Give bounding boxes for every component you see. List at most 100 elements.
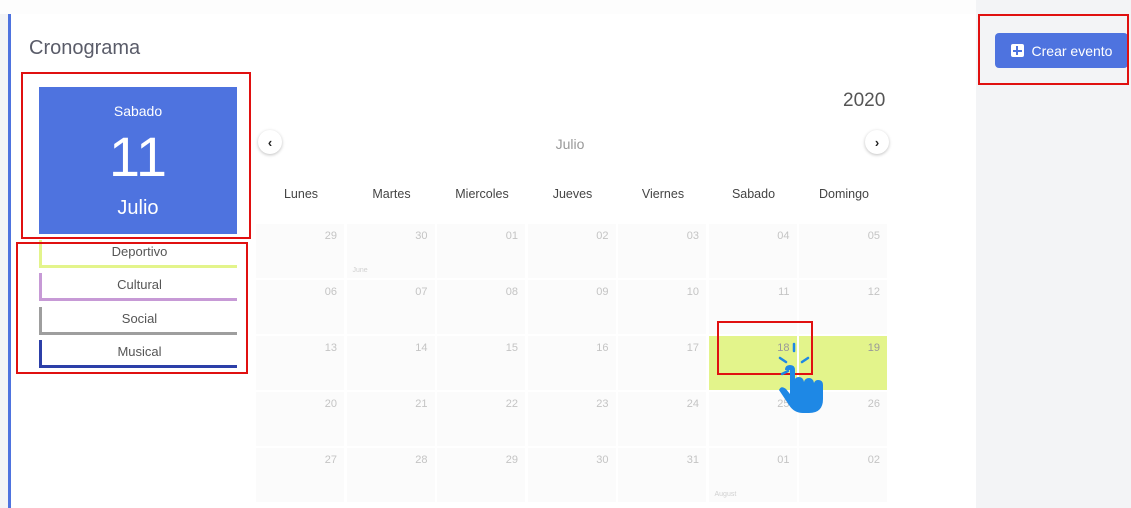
next-month-button[interactable]: › (865, 130, 889, 154)
chevron-left-icon: ‹ (267, 134, 273, 150)
category-deportivo[interactable]: Deportivo (39, 240, 237, 268)
calendar-day-cell[interactable]: 19 (799, 336, 888, 391)
calendar-day-cell[interactable]: 30 June (346, 224, 436, 279)
calendar-day-cell[interactable]: 20 (256, 392, 345, 447)
calendar-day-number: 04 (777, 230, 790, 242)
calendar-day-cell[interactable]: 10 (618, 280, 707, 335)
calendar-day-cell[interactable]: 26 (799, 392, 888, 447)
weekday-header: Lunes Martes Miercoles Jueves Viernes Sabado D… (256, 187, 890, 207)
month-marker: June (352, 267, 368, 274)
plus-square-icon (1010, 44, 1024, 57)
selected-month: Julio (117, 197, 159, 219)
calendar-day-cell[interactable]: 06 (256, 280, 345, 335)
weekday-label: Viernes (641, 187, 685, 201)
top-bar (0, 0, 976, 14)
category-cultural[interactable]: Cultural (39, 273, 237, 301)
calendar-day-number: 30 (596, 454, 609, 466)
calendar-day-number: 03 (686, 230, 699, 242)
calendar-day-number: 11 (778, 286, 790, 298)
weekday-label: Sabado (731, 187, 776, 201)
calendar-day-number: 29 (505, 454, 518, 466)
calendar-day-cell[interactable]: 23 (527, 392, 617, 447)
calendar-day-number: 01 (505, 230, 518, 242)
calendar-day-number: 01 (777, 454, 790, 466)
calendar-day-number: 02 (596, 230, 609, 242)
calendar-day-cell[interactable]: 25 (708, 392, 798, 447)
calendar-day-cell[interactable]: 17 (618, 336, 707, 391)
calendar-day-cell[interactable]: 02 (527, 224, 617, 279)
calendar-day-number: 14 (415, 342, 428, 354)
category-social[interactable]: Social (39, 307, 237, 335)
weekday-label: Lunes (283, 187, 319, 201)
weekday-label: Martes (372, 187, 411, 201)
calendar-day-number: 19 (867, 342, 880, 354)
calendar-month: Julio (555, 136, 585, 152)
calendar-day-number: 21 (415, 398, 428, 410)
calendar-day-cell[interactable]: 30 (527, 448, 617, 503)
calendar-day-number: 15 (505, 342, 518, 354)
calendar-day-number: 17 (686, 342, 699, 354)
calendar-day-cell[interactable]: 03 (618, 224, 707, 279)
create-event-label: Crear evento (1031, 42, 1113, 59)
calendar-day-cell[interactable]: 27 (256, 448, 345, 503)
selected-date-card: Sabado 11 Julio (39, 87, 237, 234)
calendar-day-number: 26 (867, 398, 880, 410)
calendar-day-number: 10 (686, 286, 699, 298)
calendar-day-number: 22 (505, 398, 518, 410)
calendar-day-number: 18 (777, 342, 790, 354)
calendar-day-cell[interactable]: 12 (799, 280, 888, 335)
calendar-day-number: 31 (686, 454, 699, 466)
calendar-day-cell[interactable]: 16 (527, 336, 617, 391)
calendar-day-cell[interactable]: 04 (708, 224, 798, 279)
calendar-day-number: 20 (324, 398, 337, 410)
calendar-grid: 29 30 June 01 02 03 04 05 06 07 08 09 10 11 12 13 14 15 16… (256, 224, 890, 504)
selected-day: 11 (108, 125, 168, 188)
calendar-day-cell[interactable]: 24 (618, 392, 707, 447)
calendar-day-cell[interactable]: 11 (708, 280, 798, 335)
calendar-day-cell[interactable]: 21 (346, 392, 436, 447)
calendar-day-cell[interactable]: 08 (437, 280, 526, 335)
calendar-day-number: 12 (867, 286, 880, 298)
prev-month-button[interactable]: ‹ (258, 130, 282, 154)
calendar-day-cell[interactable]: 07 (346, 280, 436, 335)
category-musical[interactable]: Musical (39, 340, 237, 368)
calendar-year: 2020 (843, 90, 886, 111)
calendar-day-cell[interactable]: 13 (256, 336, 345, 391)
calendar-day-number: 16 (596, 342, 609, 354)
calendar-day-number: 08 (505, 286, 518, 298)
calendar-day-cell[interactable]: 29 (437, 448, 526, 503)
calendar-day-number: 23 (596, 398, 609, 410)
calendar-day-number: 24 (686, 398, 699, 410)
calendar-day-number: 02 (867, 454, 880, 466)
month-marker: August (714, 491, 737, 498)
calendar-day-cell[interactable]: 01 (437, 224, 526, 279)
calendar-day-cell[interactable]: 01 August (708, 448, 798, 503)
calendar-day-cell[interactable]: 28 (346, 448, 436, 503)
chevron-right-icon: › (874, 134, 880, 150)
calendar-day-cell[interactable]: 29 (256, 224, 345, 279)
calendar-day-cell[interactable]: 31 (618, 448, 707, 503)
calendar-day-cell[interactable]: 02 (799, 448, 888, 503)
calendar-day-number: 07 (415, 286, 428, 298)
calendar-day-number: 13 (324, 342, 337, 354)
calendar-day-number: 09 (596, 286, 609, 298)
calendar-day-cell[interactable]: 15 (437, 336, 526, 391)
create-event-button[interactable]: Crear evento (995, 33, 1128, 68)
calendar-day-cell[interactable]: 09 (527, 280, 617, 335)
weekday-label: Miercoles (455, 187, 509, 201)
calendar-day-cell[interactable]: 18 (708, 336, 798, 391)
calendar-day-number: 27 (324, 454, 337, 466)
selected-weekday: Sabado (113, 103, 163, 119)
calendar-day-number: 25 (777, 398, 790, 410)
page-title: Cronograma (29, 37, 141, 59)
calendar-day-number: 06 (324, 286, 337, 298)
weekday-label: Domingo (818, 187, 870, 201)
calendar-day-number: 29 (324, 230, 337, 242)
calendar-day-number: 30 (415, 230, 428, 242)
weekday-label: Jueves (552, 187, 593, 201)
calendar-day-number: 05 (867, 230, 880, 242)
calendar-day-cell[interactable]: 14 (346, 336, 436, 391)
calendar-day-number: 28 (415, 454, 428, 466)
calendar-day-cell[interactable]: 05 (799, 224, 888, 279)
calendar-day-cell[interactable]: 22 (437, 392, 526, 447)
